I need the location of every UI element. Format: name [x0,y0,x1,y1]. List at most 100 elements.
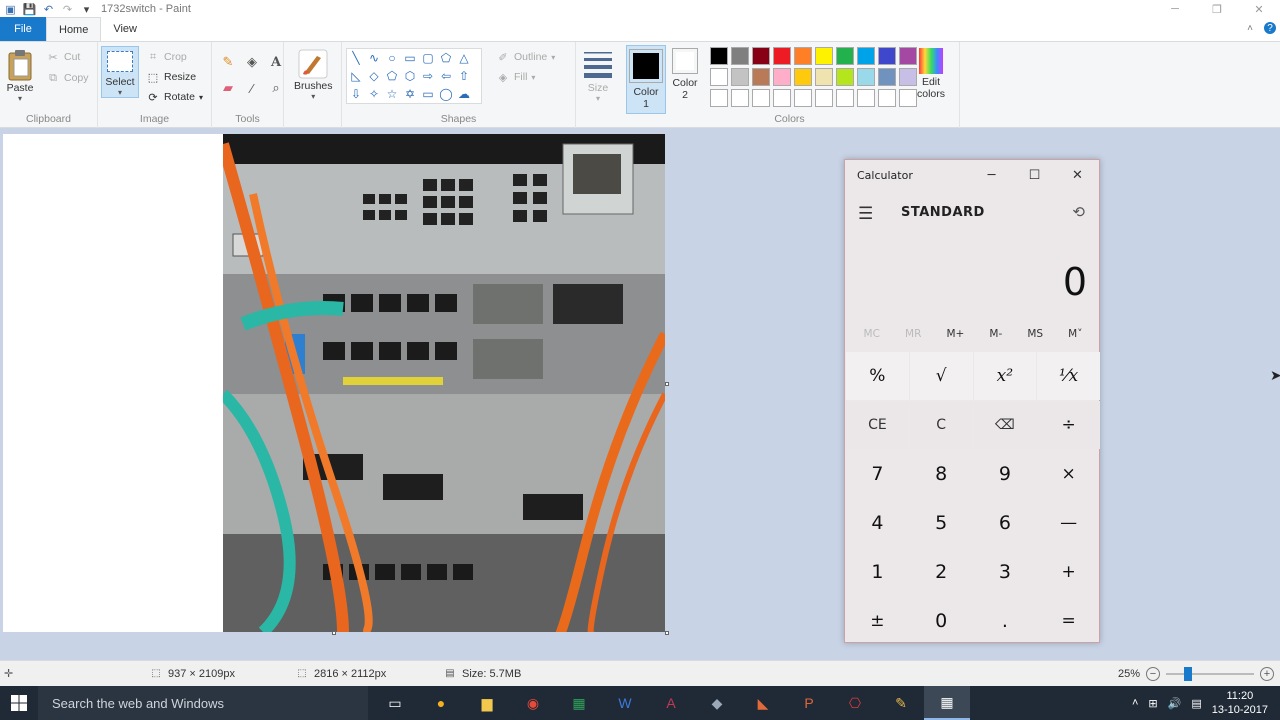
zoom-slider-thumb[interactable] [1184,666,1192,681]
digit-3-button[interactable]: 3 [974,548,1037,596]
calculator-maximize-button[interactable]: ☐ [1013,160,1056,190]
copy-button[interactable]: ⧉ Copy [46,71,88,85]
customize-icon[interactable]: ▾ [80,3,93,16]
outline-button[interactable]: ✐ Outline ▾ [496,50,555,64]
digit-5-button[interactable]: 5 [910,499,973,547]
magnifier-icon[interactable]: ⌕ [266,78,286,98]
history-icon[interactable]: ⟲ [1072,203,1085,221]
edit-colors-button[interactable]: Edit colors [914,46,948,100]
resize-handle-right[interactable] [665,382,669,386]
brushes-button[interactable]: Brushes ▾ [294,48,333,101]
clear-button[interactable]: C [909,401,973,449]
access-icon[interactable]: A [648,686,694,720]
drawing-canvas[interactable] [3,134,669,635]
color1-button[interactable]: Color 1 [626,45,666,114]
equals-button[interactable]: = [1037,597,1100,645]
percent-button[interactable]: % [846,352,909,400]
show-hidden-icons-icon[interactable]: ˄ [1132,697,1138,709]
close-button[interactable]: ✕ [1238,0,1280,18]
palette-color-swatch[interactable] [836,47,854,65]
down-arrow-shape-icon[interactable]: ⇩ [347,85,365,103]
digit-8-button[interactable]: 8 [910,450,973,498]
left-arrow-shape-icon[interactable]: ⇦ [437,67,455,85]
square-root-button[interactable]: √ [909,352,973,400]
palette-color-swatch[interactable] [857,89,875,107]
calculator-close-button[interactable]: ✕ [1056,160,1099,190]
zoom-slider[interactable] [1166,666,1254,681]
triangle-shape-icon[interactable]: △ [455,49,473,67]
memory-list-button[interactable]: M˅ [1068,328,1082,340]
paste-button[interactable]: Paste ▾ [6,48,34,103]
resize-handle-corner[interactable] [665,631,669,635]
undo-icon[interactable]: ↶ [42,3,55,16]
palette-color-swatch[interactable] [752,68,770,86]
start-button[interactable] [0,686,38,720]
digit-7-button[interactable]: 7 [846,450,909,498]
file-explorer-icon[interactable]: ▆ [464,686,510,720]
callout-cloud-shape-icon[interactable]: ☁ [455,85,473,103]
hexagon-shape-icon[interactable]: ⬡ [401,67,419,85]
app-icon-2[interactable]: ◆ [694,686,740,720]
hamburger-menu-icon[interactable]: ☰ [858,204,873,224]
rotate-button[interactable]: ⟳ Rotate ▾ [146,90,203,104]
cut-button[interactable]: ✂ Cut [46,50,80,64]
reciprocal-button[interactable]: ¹⁄x [1037,352,1100,400]
pencil-icon[interactable]: ✎ [218,52,238,72]
plus-button[interactable]: + [1037,548,1100,596]
acrobat-icon[interactable]: ⎔ [832,686,878,720]
digit-0-button[interactable]: 0 [910,597,973,645]
resize-handle-bottom[interactable] [332,631,336,635]
palette-color-swatch[interactable] [836,89,854,107]
memory-subtract-button[interactable]: M- [989,328,1002,340]
paint-app-icon[interactable]: ▣ [4,3,17,16]
color-picker-icon[interactable]: ⁄ [242,78,262,98]
palette-color-swatch[interactable] [878,89,896,107]
collapse-ribbon-icon[interactable]: ˄ [1244,22,1256,34]
polygon-shape-icon[interactable]: ⬠ [437,49,455,67]
taskbar-search[interactable]: Search the web and Windows [38,686,368,720]
negate-button[interactable]: ± [846,597,909,645]
palette-color-swatch[interactable] [752,89,770,107]
palette-color-swatch[interactable] [878,47,896,65]
palette-color-swatch[interactable] [794,47,812,65]
network-icon[interactable]: ⊞ [1148,697,1157,710]
text-icon[interactable]: A [266,52,286,72]
palette-color-swatch[interactable] [815,47,833,65]
help-icon[interactable]: ? [1264,22,1276,34]
resize-button[interactable]: ⬚ Resize [146,70,196,84]
six-point-star-shape-icon[interactable]: ✡ [401,85,419,103]
rectangle-shape-icon[interactable]: ▭ [401,49,419,67]
eraser-icon[interactable]: ▰ [218,78,238,98]
fill-icon[interactable]: ◈ [242,52,262,72]
palette-color-swatch[interactable] [794,89,812,107]
paint-icon[interactable]: ✎ [878,686,924,720]
palette-color-swatch[interactable] [731,47,749,65]
calculator-icon[interactable]: ▦ [924,686,970,720]
palette-color-swatch[interactable] [794,68,812,86]
size-button[interactable]: Size ▾ [582,48,614,103]
chrome-icon[interactable]: ◉ [510,686,556,720]
palette-color-swatch[interactable] [773,47,791,65]
clock[interactable]: 11:20 13-10-2017 [1212,689,1268,717]
palette-color-swatch[interactable] [731,68,749,86]
select-button[interactable]: Select ▾ [101,46,139,98]
divide-button[interactable]: ÷ [1037,401,1100,449]
palette-color-swatch[interactable] [710,89,728,107]
multiply-button[interactable]: × [1037,450,1100,498]
digit-1-button[interactable]: 1 [846,548,909,596]
palette-color-swatch[interactable] [710,68,728,86]
crop-button[interactable]: ⌗ Crop [146,50,187,64]
square-button[interactable]: x² [973,352,1037,400]
task-view-icon[interactable]: ▭ [372,686,418,720]
palette-color-swatch[interactable] [857,68,875,86]
palette-color-swatch[interactable] [836,68,854,86]
backspace-button[interactable]: ⌫ [973,401,1037,449]
oval-shape-icon[interactable]: ○ [383,49,401,67]
palette-color-swatch[interactable] [773,68,791,86]
palette-color-swatch[interactable] [773,89,791,107]
right-arrow-shape-icon[interactable]: ⇨ [419,67,437,85]
volume-icon[interactable]: 🔊 [1168,697,1182,710]
right-triangle-shape-icon[interactable]: ◺ [347,67,365,85]
memory-store-button[interactable]: MS [1027,328,1043,340]
tab-view[interactable]: View [101,17,149,41]
